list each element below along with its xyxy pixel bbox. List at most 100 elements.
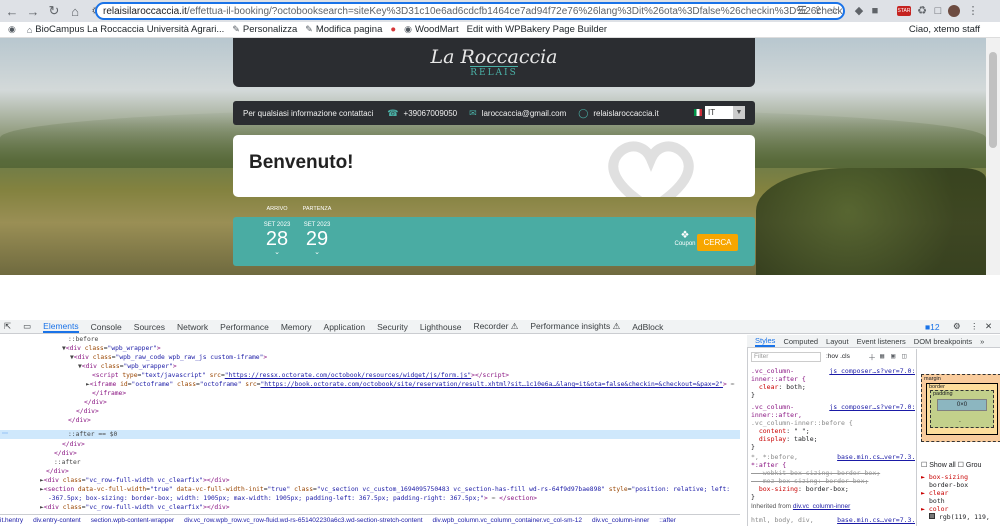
extension-icon[interactable]: ◆ xyxy=(852,4,866,18)
dom-line[interactable]: ▼<div class="wpb_wrapper"> xyxy=(62,344,161,353)
address-bar[interactable]: relaisilaroccaccia.it/effettua-il-bookin… xyxy=(95,2,845,20)
dom-line[interactable]: ►<div class="vc_row-full-width vc_clearf… xyxy=(40,476,230,485)
extension-icon[interactable]: ■ xyxy=(868,4,882,18)
departure-date[interactable]: SET 2023 29 ⌄ xyxy=(301,217,333,256)
format-icon[interactable]: ▦ xyxy=(880,352,884,360)
breadcrumb-item[interactable]: div.vc_column-inner xyxy=(592,517,649,524)
style-rule[interactable]: .vc_column- js_composer…s?ver=7.0:7 xyxy=(751,367,915,375)
dom-line[interactable]: </div> xyxy=(76,407,99,416)
extension-badge[interactable]: STAR xyxy=(897,6,911,16)
dom-line[interactable]: <script type="text/javascript" src="http… xyxy=(92,371,509,380)
dom-line-selected[interactable]: ⋯ ::after == $0 xyxy=(0,430,740,439)
style-rule[interactable]: .vc_column-inner::before { xyxy=(751,419,853,427)
dom-line[interactable]: ►<section data-vc-full-width="true" data… xyxy=(40,485,730,494)
email-link[interactable]: ✉ laroccaccia@gmail.com xyxy=(469,108,566,119)
tab-performance-insights[interactable]: Performance insights ⚠ xyxy=(530,321,620,332)
translate-icon[interactable]: ☰ xyxy=(795,4,809,18)
forward-icon[interactable]: → xyxy=(24,2,42,20)
dom-line[interactable]: </iframe> xyxy=(92,389,126,398)
breadcrumb-item[interactable]: ::after xyxy=(659,517,676,524)
arrival-date[interactable]: SET 2023 28 ⌄ xyxy=(261,217,293,256)
reload-icon[interactable]: ↻ xyxy=(45,2,63,20)
tab-lighthouse[interactable]: Lighthouse xyxy=(420,322,462,332)
style-decl[interactable]: -moz-box-sizing: border-box; xyxy=(751,477,869,485)
tab-security[interactable]: Security xyxy=(377,322,408,332)
style-rule[interactable]: *:after { xyxy=(751,461,786,469)
style-rule[interactable]: .vc_column- js_composer…s?ver=7.0:7 xyxy=(751,403,915,411)
dom-line[interactable]: -367.5px; box-sizing: border-box; width:… xyxy=(48,494,537,503)
box-model-padding[interactable]: padding 0×0 - xyxy=(930,390,994,428)
breadcrumb-item[interactable]: div.entry-content xyxy=(33,517,81,524)
settings-gear-icon[interactable]: ⚙ xyxy=(953,321,961,332)
tab-elements[interactable]: Elements xyxy=(43,321,79,333)
dom-line[interactable]: ►<iframe id="octoframe" class="octoframe… xyxy=(86,380,734,389)
style-decl[interactable]: clear: both; xyxy=(751,383,806,391)
computed-list[interactable]: ► box-sizing border-box ► clear both ► c… xyxy=(921,473,990,521)
breadcrumb-item[interactable]: div.wpb_column.vc_column_container.vc_co… xyxy=(433,517,582,524)
show-all-checkbox[interactable]: ☐ Show all ☐ Grou xyxy=(921,461,981,469)
tab-sources[interactable]: Sources xyxy=(134,322,165,332)
dom-line[interactable]: </div> xyxy=(68,416,91,425)
tab-layout[interactable]: Layout xyxy=(826,337,849,346)
styles-filter-input[interactable]: Filter xyxy=(751,352,821,362)
tab-memory[interactable]: Memory xyxy=(281,322,312,332)
wp-edit-page[interactable]: ✎ Modifica pagina xyxy=(305,24,382,35)
home-icon[interactable]: ⌂ xyxy=(66,2,84,20)
dom-line[interactable]: </div> xyxy=(84,398,107,407)
styles-toggles[interactable]: :hov .cls xyxy=(826,353,850,360)
tab-adblock[interactable]: AdBlock xyxy=(632,322,663,332)
language-select[interactable]: IT ▼ xyxy=(705,106,745,119)
style-decl[interactable]: box-sizing: border-box; xyxy=(751,485,849,493)
style-decl[interactable]: display: table; xyxy=(751,435,818,443)
dom-line[interactable]: </div> xyxy=(46,467,69,476)
search-button[interactable]: CERCA xyxy=(697,234,738,251)
more-icon[interactable]: ⋮ xyxy=(970,321,979,332)
wp-wpbakery[interactable]: Edit with WPBakery Page Builder xyxy=(467,24,607,35)
tab-event-listeners[interactable]: Event listeners xyxy=(857,337,906,346)
avatar[interactable] xyxy=(948,5,960,17)
dom-line[interactable]: ::before xyxy=(68,335,98,344)
dom-line[interactable]: </div> xyxy=(62,440,85,449)
wp-customize[interactable]: ✎ Personalizza xyxy=(232,24,297,35)
computed-toggle-icon[interactable]: ▣ xyxy=(891,352,895,360)
menu-icon[interactable]: ⋮ xyxy=(966,4,980,18)
puzzle-icon[interactable]: ♻ xyxy=(915,4,929,18)
dom-line[interactable]: ▼<div class="wpb_raw_code wpb_raw_js cus… xyxy=(70,353,267,362)
breadcrumb-item[interactable]: section.wpb-content-wrapper xyxy=(91,517,174,524)
issues-badge[interactable]: ■12 xyxy=(925,322,940,332)
page-scrollbar[interactable] xyxy=(986,38,1000,275)
tab-dom-breakpoints[interactable]: DOM breakpoints xyxy=(914,337,972,346)
wp-site-name[interactable]: ⌂ BioCampus La Roccaccia Università Agrar… xyxy=(27,24,224,35)
tab-recorder[interactable]: Recorder ⚠ xyxy=(473,321,518,332)
sidepanel-icon[interactable]: □ xyxy=(931,4,945,18)
tab-console[interactable]: Console xyxy=(91,322,122,332)
tab-application[interactable]: Application xyxy=(324,322,366,332)
wp-logo-icon[interactable]: ◉ xyxy=(8,24,19,35)
bookmark-star-icon[interactable]: ☆ xyxy=(827,4,841,18)
dom-line[interactable]: </div> xyxy=(54,449,77,458)
style-rule[interactable]: html, body, div, base.min.cs…ver=7.3.1:1 xyxy=(751,516,915,524)
coupon-button[interactable]: ❖ Coupon xyxy=(673,230,697,247)
wp-woodmart[interactable]: ◉ WoodMart xyxy=(404,24,459,35)
close-icon[interactable]: ✕ xyxy=(985,321,992,332)
style-rule[interactable]: inner::after { xyxy=(751,375,806,383)
site-header-logo[interactable]: La Roccaccia RELAIS xyxy=(233,38,755,87)
back-icon[interactable]: ← xyxy=(3,2,21,20)
chevron-right-icon[interactable]: » xyxy=(980,337,984,346)
wp-account[interactable]: Ciao, xtemo staff xyxy=(909,24,980,35)
tab-computed[interactable]: Computed xyxy=(783,337,818,346)
dom-line[interactable]: ►<div class="vc_row-full-width vc_clearf… xyxy=(40,503,230,512)
share-icon[interactable]: ⇪ xyxy=(811,4,825,18)
website-link[interactable]: ◯ relaislaroccaccia.it xyxy=(578,108,658,119)
box-model-border[interactable]: border padding 0×0 - xyxy=(926,383,998,435)
add-rule-icon[interactable]: ＋ xyxy=(868,352,876,363)
sidebar-toggle-icon[interactable]: ◫ xyxy=(902,352,906,360)
breadcrumb-item[interactable]: it.hentry xyxy=(0,517,23,524)
style-rule[interactable]: inner::after, xyxy=(751,411,802,419)
style-rule[interactable]: *, *:before, base.min.cs…ver=7.3.1:1 xyxy=(751,453,915,461)
breadcrumb-item[interactable]: div.vc_row.wpb_row.vc_row-fluid.wd-rs-65… xyxy=(184,517,422,524)
inspect-icon[interactable]: ⇱ xyxy=(4,321,11,332)
device-toggle-icon[interactable]: ▭ xyxy=(23,321,31,332)
style-decl[interactable]: -webkit-box-sizing: border-box; xyxy=(751,469,880,477)
tab-network[interactable]: Network xyxy=(177,322,208,332)
